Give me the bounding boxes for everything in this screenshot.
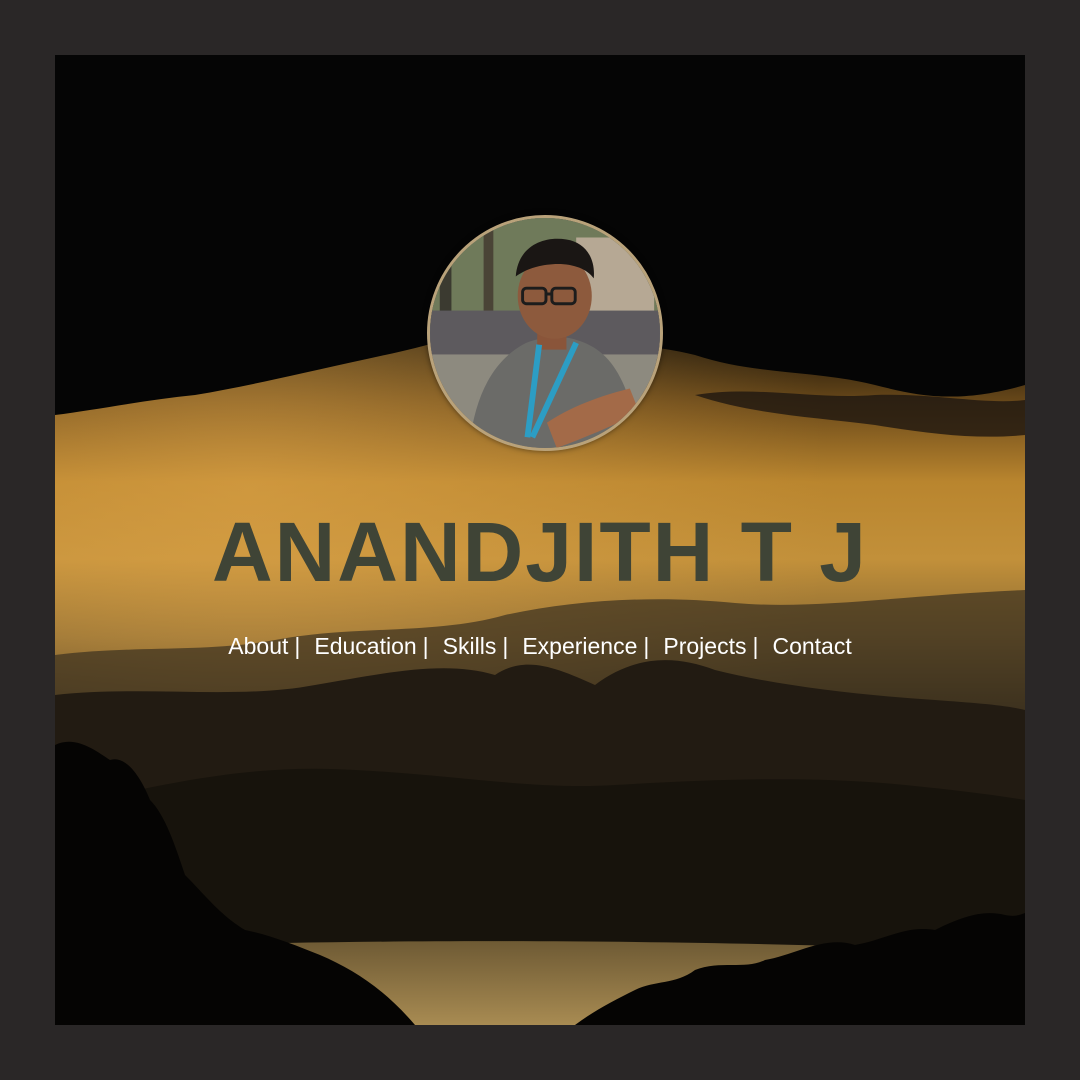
nav-link-contact[interactable]: Contact (772, 633, 851, 659)
nav-link-skills[interactable]: Skills (443, 633, 497, 659)
nav-separator: | (294, 633, 301, 659)
nav-separator: | (752, 633, 759, 659)
nav-link-about[interactable]: About (228, 633, 288, 659)
nav-separator: | (643, 633, 650, 659)
nav-link-experience[interactable]: Experience (522, 633, 637, 659)
nav-link-projects[interactable]: Projects (663, 633, 746, 659)
hero-section: ANANDJITH T J About | Education | Skills | Exp… (55, 55, 1025, 1025)
nav-link-education[interactable]: Education (314, 633, 416, 659)
site-title: ANANDJITH T J (211, 505, 869, 599)
profile-avatar (427, 215, 663, 451)
nav-separator: | (422, 633, 429, 659)
main-navigation: About | Education | Skills | Experience | Projec… (55, 633, 1025, 660)
profile-photo-icon (430, 218, 660, 448)
nav-separator: | (502, 633, 509, 659)
